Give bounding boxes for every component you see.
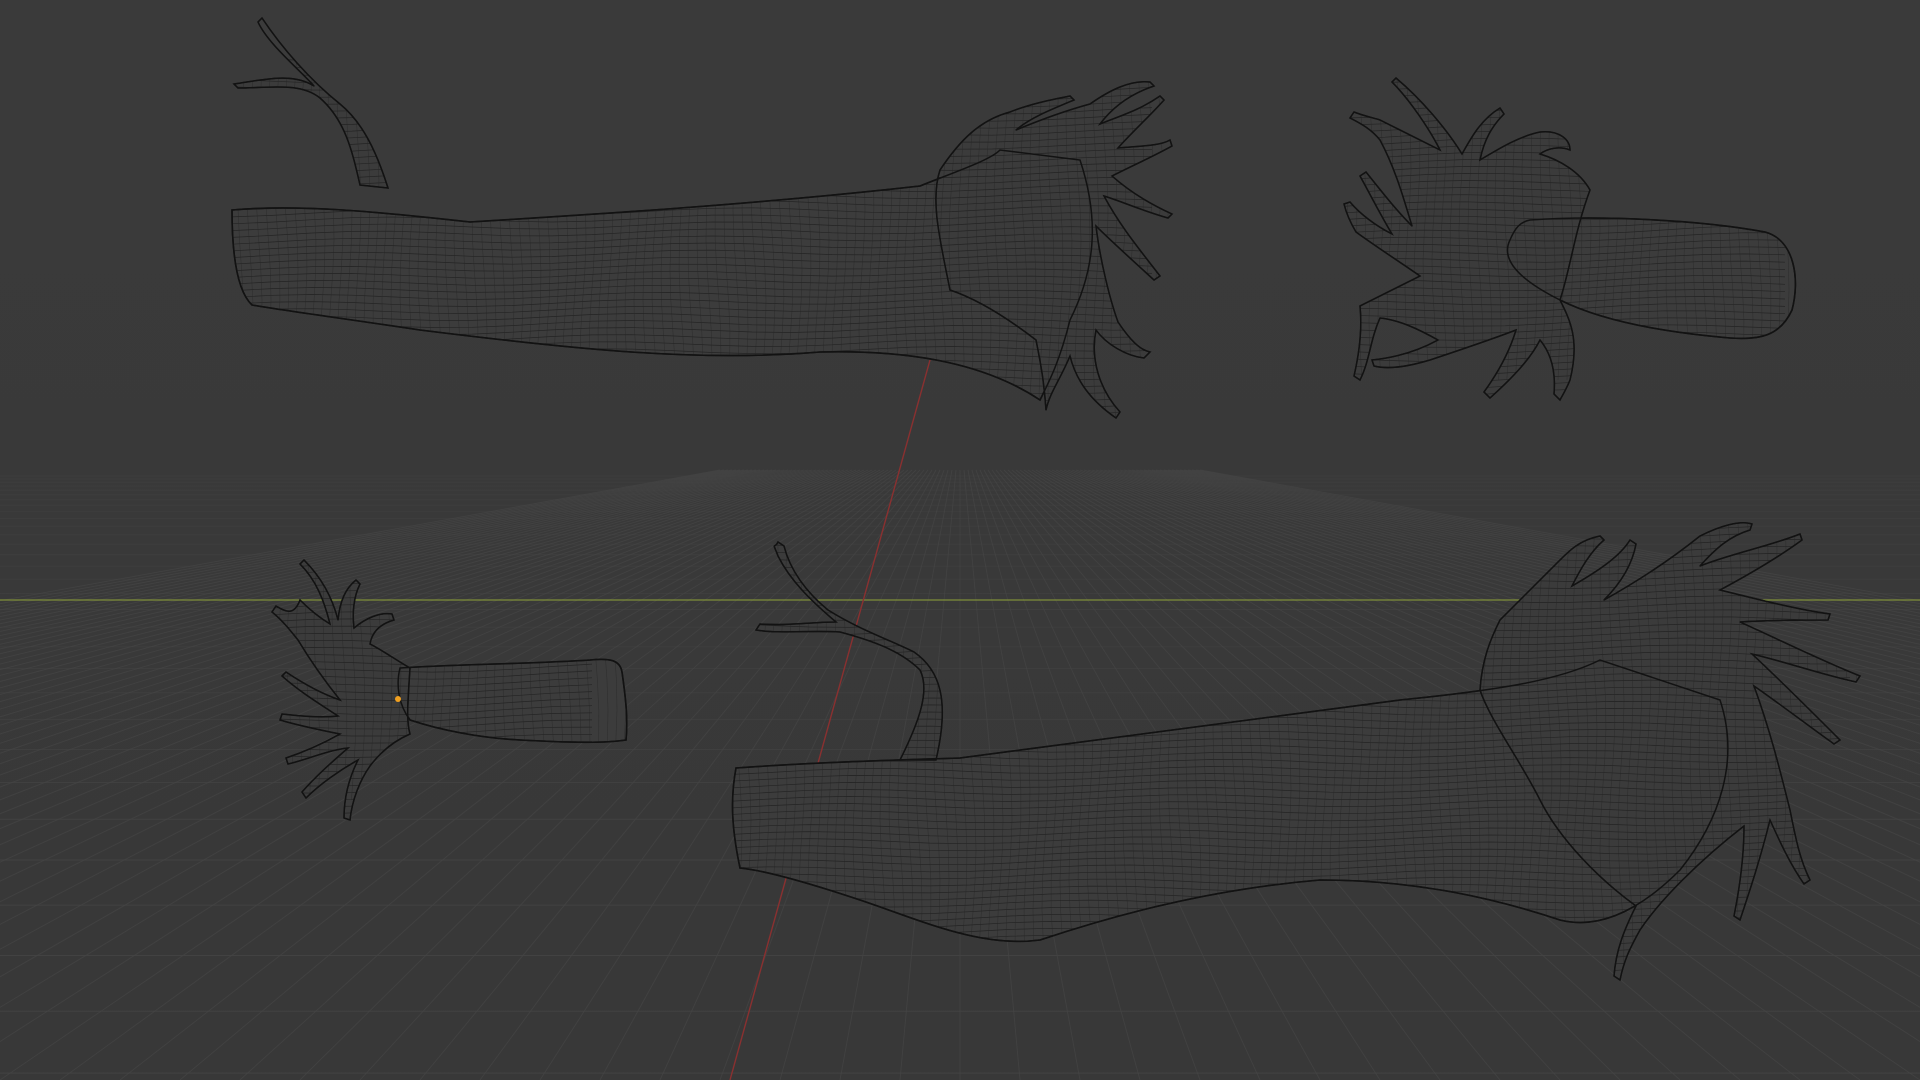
object-origin-point[interactable] (395, 696, 401, 702)
viewport-canvas[interactable] (0, 0, 1920, 1080)
3d-viewport[interactable] (0, 0, 1920, 1080)
